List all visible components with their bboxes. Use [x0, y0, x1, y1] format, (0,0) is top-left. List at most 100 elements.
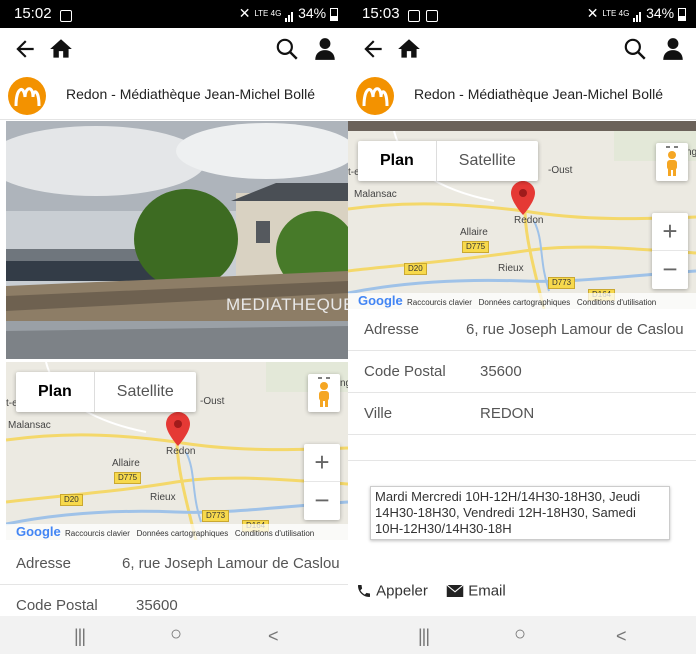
detail-value: 35600 [480, 363, 522, 380]
sim-card-icon [408, 7, 420, 24]
status-indicators: ✕ LTE 4G 34% [586, 5, 686, 23]
detail-label: Adresse [364, 321, 420, 338]
home-icon[interactable] [48, 36, 74, 62]
phone-screen-left: 15:02 ✕ LTE 4G 34% Redon - Médiathèque J… [0, 0, 348, 654]
map-label-oust: -Oust [548, 165, 573, 176]
map-zoom-control: + − [304, 444, 340, 520]
signal-icon [633, 6, 642, 23]
system-nav-bar: ||| ○ < [0, 616, 348, 654]
battery-percent: 34% [646, 5, 675, 21]
recents-button[interactable]: ||| [418, 626, 430, 647]
zoom-out-button[interactable]: − [652, 251, 688, 289]
attr-map-data[interactable]: Données cartographiques [137, 529, 229, 538]
map-label-allaire: Allaire [460, 227, 488, 238]
attr-shortcuts[interactable]: Raccourcis clavier [407, 298, 472, 307]
details-list: Adresse 6, rue Joseph Lamour de Caslou C… [348, 309, 696, 461]
email-action[interactable]: Email [446, 582, 506, 600]
map-pin-icon[interactable] [511, 181, 535, 215]
pegman-icon[interactable] [308, 374, 340, 412]
detail-label: Code Postal [364, 363, 446, 380]
mute-icon: ✕ [586, 5, 599, 21]
detail-value: 35600 [136, 597, 178, 614]
place-title: Redon - Médiathèque Jean-Michel Bollé [66, 86, 316, 102]
app-toolbar [348, 28, 696, 72]
user-icon[interactable] [312, 36, 338, 62]
signal-icon [285, 6, 294, 23]
map-tab-plan[interactable]: Plan [358, 141, 437, 181]
attr-map-data[interactable]: Données cartographiques [479, 298, 571, 307]
mediatheque-logo [356, 77, 394, 115]
call-label: Appeler [376, 582, 428, 600]
zoom-in-button[interactable]: + [304, 444, 340, 482]
status-bar: 15:03 ✕ LTE 4G 34% [348, 0, 696, 28]
zoom-in-button[interactable]: + [652, 213, 688, 251]
map-view[interactable]: t-en-vohe Malansac Allaire Redon Rieux -… [6, 362, 348, 540]
attr-terms[interactable]: Conditions d'utilisation [235, 529, 314, 538]
map-attribution: Google Raccourcis clavier Données cartog… [6, 524, 348, 540]
system-nav-bar: ||| ○ < [348, 616, 696, 654]
map-label-oust: -Oust [200, 396, 225, 407]
contact-actions: Appeler Email [356, 582, 506, 600]
map-tab-plan[interactable]: Plan [16, 372, 95, 412]
detail-row-address: Adresse 6, rue Joseph Lamour de Caslou [0, 543, 348, 585]
map-pin-icon[interactable] [166, 412, 190, 446]
back-arrow-icon[interactable] [12, 36, 38, 62]
place-header: Redon - Médiathèque Jean-Michel Bollé [348, 72, 696, 120]
recents-button[interactable]: ||| [74, 626, 86, 647]
phone-icon [358, 585, 370, 598]
map-type-control: Plan Satellite [358, 141, 538, 181]
detail-row-address: Adresse 6, rue Joseph Lamour de Caslou [348, 309, 696, 351]
network-label: LTE 4G [602, 9, 630, 19]
map-label-redon: Redon [514, 215, 544, 226]
map-label-malansac: Malansac [8, 420, 51, 431]
road-d773: D773 [548, 277, 576, 289]
call-action[interactable]: Appeler [356, 582, 432, 600]
detail-value: 6, rue Joseph Lamour de Caslou [122, 555, 340, 572]
home-icon[interactable] [396, 36, 422, 62]
attr-shortcuts[interactable]: Raccourcis clavier [65, 529, 130, 538]
battery-percent: 34% [298, 5, 327, 21]
map-tab-satellite[interactable]: Satellite [95, 372, 196, 412]
email-label: Email [468, 582, 506, 600]
user-icon[interactable] [660, 36, 686, 62]
mute-icon: ✕ [238, 5, 251, 21]
place-header: Redon - Médiathèque Jean-Michel Bollé [0, 72, 348, 120]
detail-label: Code Postal [16, 597, 98, 614]
search-icon[interactable] [274, 36, 300, 62]
zoom-out-button[interactable]: − [304, 482, 340, 520]
back-button[interactable]: < [616, 626, 627, 647]
home-button[interactable]: ○ [514, 623, 526, 646]
map-attribution: Google Raccourcis clavier Données cartog… [348, 293, 696, 309]
attr-terms[interactable]: Conditions d'utilisation [577, 298, 656, 307]
map-view[interactable]: t-en-vohe Malansac Allaire Redon Rieux -… [348, 131, 696, 309]
phone-screen-right: 15:03 ✕ LTE 4G 34% Redon - Médiathèque J… [348, 0, 696, 654]
status-time: 15:03 [362, 5, 400, 22]
opening-hours-box: Mardi Mercredi 10H-12H/14H30-18H30, Jeud… [370, 486, 670, 540]
status-time: 15:02 [14, 5, 52, 22]
search-icon[interactable] [622, 36, 648, 62]
google-logo: Google [358, 293, 403, 308]
map-tab-satellite[interactable]: Satellite [437, 141, 538, 181]
map-label-redon: Redon [166, 446, 196, 457]
detail-row-postal: Code Postal 35600 [348, 351, 696, 393]
pegman-icon[interactable] [656, 143, 688, 181]
map-label-allaire: Allaire [112, 458, 140, 469]
road-d20: D20 [60, 494, 83, 506]
home-button[interactable]: ○ [170, 623, 182, 646]
envelope-icon [446, 584, 464, 598]
battery-icon [678, 7, 686, 21]
road-d775: D775 [114, 472, 142, 484]
place-title: Redon - Médiathèque Jean-Michel Bollé [414, 86, 664, 102]
back-arrow-icon[interactable] [360, 36, 386, 62]
road-d773: D773 [202, 510, 230, 522]
detail-value: REDON [480, 405, 535, 422]
map-type-control: Plan Satellite [16, 372, 196, 412]
status-indicators: ✕ LTE 4G 34% [238, 5, 338, 23]
detail-label: Adresse [16, 555, 72, 572]
detail-value: 6, rue Joseph Lamour de Caslou [466, 321, 684, 338]
image-icon [426, 7, 438, 24]
battery-icon [330, 7, 338, 21]
details-list: Adresse 6, rue Joseph Lamour de Caslou C… [0, 543, 348, 627]
back-button[interactable]: < [268, 626, 279, 647]
road-d775: D775 [462, 241, 490, 253]
